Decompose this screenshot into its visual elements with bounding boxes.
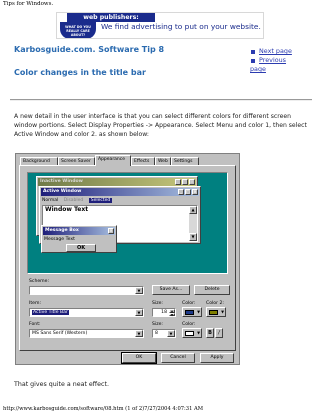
active-title-text: Active Window	[43, 189, 82, 194]
tab-effects[interactable]: Effects	[131, 157, 155, 165]
size-spinner[interactable]: ▲ ▼	[169, 309, 175, 316]
ad-tagline: We find advertising to put on your websi…	[101, 22, 261, 31]
chevron-down-icon[interactable]: ▼	[135, 309, 143, 316]
body-paragraph: A new detail in the user interface is th…	[14, 113, 307, 138]
ok-button[interactable]: OK	[121, 352, 157, 364]
ad-banner[interactable]: web publishers: WHAT DO YOU REALLY CARE …	[56, 12, 264, 39]
color2-swatch	[209, 310, 218, 315]
message-box-title: Message Box	[45, 228, 79, 233]
scroll-up-icon[interactable]: ▲	[189, 206, 197, 214]
item-value: Active Title Bar	[32, 310, 69, 315]
font-label: Font:	[29, 322, 41, 327]
item-label: Item:	[29, 301, 42, 306]
delete-button[interactable]: Delete	[194, 285, 230, 295]
inactive-title-bar[interactable]: Inactive Window _ □ ×	[38, 178, 196, 186]
chevron-down-icon: ▼	[197, 309, 200, 314]
menu-normal[interactable]: Normal	[42, 198, 58, 203]
page-subtitle: Color changes in the title bar	[14, 68, 146, 77]
chevron-down-icon: ▼	[221, 309, 224, 314]
tab-background[interactable]: Background	[20, 157, 58, 165]
closing-paragraph: That gives quite a neat effect.	[14, 381, 109, 388]
tab-screen-saver[interactable]: Screen Saver	[58, 157, 95, 165]
size-label: Size:	[152, 301, 163, 306]
minimize-icon: _	[178, 189, 184, 195]
next-page-item: Next page	[250, 47, 310, 56]
color1-swatch	[185, 310, 194, 315]
save-as-button[interactable]: Save As...	[152, 285, 190, 295]
page-title: Karbosguide.com. Software Tip 8	[14, 45, 165, 54]
minimize-icon: _	[175, 179, 181, 185]
previous-page-link-continued[interactable]: page	[250, 65, 266, 73]
size-input[interactable]: 18 ▲ ▼	[152, 308, 176, 317]
message-box-preview[interactable]: Message Box × Message Text OK	[41, 225, 117, 253]
preview-ok-button[interactable]: OK	[66, 244, 96, 252]
inactive-title-text: Inactive Window	[40, 179, 83, 184]
maximize-icon: □	[185, 189, 191, 195]
previous-page-item: Previous	[250, 56, 310, 65]
tab-appearance[interactable]: Appearance	[95, 155, 131, 166]
chevron-down-icon[interactable]: ▼	[135, 287, 143, 294]
color2-label: Color 2:	[206, 301, 224, 306]
font-color-picker[interactable]: ▼	[182, 328, 202, 338]
window-text: Window Text	[45, 206, 89, 213]
close-icon: ×	[108, 228, 114, 234]
font-color-swatch	[185, 331, 194, 336]
previous-page-link[interactable]: Previous	[259, 56, 286, 64]
message-box-title-bar[interactable]: Message Box ×	[43, 227, 115, 235]
bold-button[interactable]: B	[206, 328, 214, 338]
ad-badge: WHAT DO YOU REALLY CARE ABOUT?	[60, 22, 96, 38]
apply-button[interactable]: Apply	[200, 353, 234, 363]
scrollbar[interactable]: ▲ ▼	[189, 206, 197, 241]
bullet-icon	[251, 59, 255, 63]
divider	[10, 99, 312, 101]
color-label: Color:	[182, 301, 196, 306]
document-footer: http://www.karbosguide.com/software/08.h…	[3, 406, 204, 412]
message-text: Message Text	[44, 237, 75, 242]
appearance-panel: Inactive Window _ □ × Active Window _ □ × No…	[19, 165, 236, 351]
scheme-label: Scheme:	[29, 279, 50, 284]
menu-disabled[interactable]: Disabled	[64, 198, 84, 203]
font-color-label: Color:	[182, 322, 196, 327]
active-title-bar[interactable]: Active Window _ □ ×	[41, 188, 199, 196]
chevron-down-icon: ▼	[197, 330, 200, 335]
cancel-button[interactable]: Cancel	[161, 353, 195, 363]
color1-picker[interactable]: ▼	[182, 307, 202, 317]
chevron-down-icon[interactable]: ▼	[167, 330, 175, 337]
scheme-select[interactable]: ▼	[29, 286, 144, 295]
font-value: MS Sans Serif (Western)	[32, 331, 88, 336]
chevron-down-icon[interactable]: ▼	[135, 330, 143, 337]
size-value: 18	[161, 310, 167, 315]
page-navigation: Next page Previous page	[250, 47, 310, 74]
display-properties-dialog: Background Screen Saver Appearance Effec…	[15, 153, 240, 365]
document-title: Tips for Windows.	[3, 1, 54, 7]
menu-selected[interactable]: Selected	[88, 198, 113, 203]
ad-headline: web publishers:	[67, 13, 155, 22]
item-select[interactable]: Active Title Bar ▼	[29, 308, 144, 317]
font-size-label: Size:	[152, 322, 163, 327]
font-size-value: 8	[155, 331, 158, 336]
scroll-down-icon[interactable]: ▼	[189, 233, 197, 241]
menu-bar-preview[interactable]: Normal Disabled Selected	[42, 197, 198, 204]
tab-settings[interactable]: Settings	[171, 157, 199, 165]
tab-web[interactable]: Web	[155, 157, 171, 165]
font-select[interactable]: MS Sans Serif (Western) ▼	[29, 329, 144, 338]
maximize-icon: □	[182, 179, 188, 185]
color2-picker[interactable]: ▼	[206, 307, 226, 317]
bullet-icon	[251, 50, 255, 54]
next-page-link[interactable]: Next page	[259, 47, 292, 55]
close-icon: ×	[192, 189, 198, 195]
italic-button[interactable]: /	[215, 328, 223, 338]
scheme-preview[interactable]: Inactive Window _ □ × Active Window _ □ × No…	[27, 172, 228, 274]
close-icon: ×	[189, 179, 195, 185]
font-size-select[interactable]: 8 ▼	[152, 329, 176, 338]
